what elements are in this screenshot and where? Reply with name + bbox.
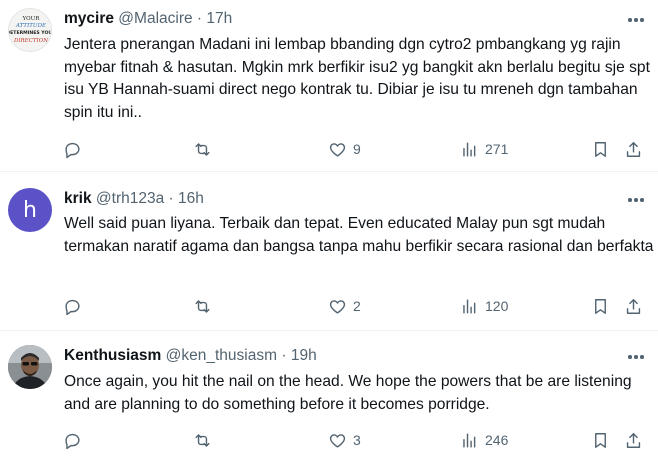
bookmark-icon [595, 298, 606, 314]
display-name[interactable]: krik [64, 190, 92, 207]
reply-icon [65, 433, 80, 449]
svg-text:DIRECTION: DIRECTION [13, 38, 48, 44]
like-button[interactable]: 3 [328, 429, 361, 451]
tweet-1[interactable]: YOUR ATTITUDE DETERMINES YOUR DIRECTION … [0, 0, 658, 171]
like-button[interactable]: 9 [328, 138, 361, 160]
separator-dot: · [168, 190, 174, 207]
reply-button[interactable] [63, 138, 82, 160]
bookmark-button[interactable] [591, 138, 610, 160]
reply-button[interactable] [63, 295, 82, 317]
like-button[interactable]: 2 [328, 295, 361, 317]
bookmark-icon [595, 141, 606, 157]
views-button[interactable]: 120 [460, 295, 508, 317]
timestamp[interactable]: 17h [206, 10, 232, 27]
attitude-logo: YOUR ATTITUDE DETERMINES YOUR DIRECTION [9, 16, 52, 44]
like-count: 9 [353, 141, 361, 157]
like-icon [329, 142, 346, 157]
tweet-header: krik @trh123a · 16h [64, 189, 204, 209]
action-bar: 3 246 [0, 429, 658, 451]
bookmark-button[interactable] [591, 429, 610, 451]
separator-dot: · [281, 347, 287, 364]
timestamp[interactable]: 16h [178, 190, 204, 207]
share-button[interactable] [624, 429, 643, 451]
share-button[interactable] [624, 295, 643, 317]
reply-button[interactable] [63, 429, 82, 451]
share-button[interactable] [624, 138, 643, 160]
profile-photo [8, 345, 52, 389]
like-icon [329, 299, 346, 314]
reply-icon [65, 299, 80, 315]
views-button[interactable]: 271 [460, 138, 508, 160]
action-bar: 9 271 [0, 138, 658, 160]
retweet-button[interactable] [193, 295, 212, 317]
tweet-3[interactable]: Kenthusiasm @ken_thusiasm · 19h Once aga… [0, 331, 658, 465]
retweet-icon [195, 142, 210, 156]
reply-icon [65, 142, 80, 158]
views-icon [463, 298, 476, 314]
svg-text:ATTITUDE: ATTITUDE [15, 23, 46, 29]
like-count: 3 [353, 432, 361, 448]
tweet-text: Well said puan liyana. Terbaik dan tepat… [64, 215, 654, 255]
views-icon [463, 141, 476, 157]
tweet-header: mycire @Malacire · 17h [64, 9, 232, 29]
svg-text:YOUR: YOUR [22, 16, 41, 22]
avatar-letter: h [23, 197, 37, 223]
tweet-header: Kenthusiasm @ken_thusiasm · 19h [64, 346, 317, 366]
user-handle[interactable]: @ken_thusiasm [166, 347, 277, 364]
view-count: 120 [485, 298, 509, 314]
view-count: 246 [485, 432, 509, 448]
view-count: 271 [485, 141, 509, 157]
tweet-text: Once again, you hit the nail on the head… [64, 373, 632, 413]
share-icon [626, 141, 641, 157]
bookmark-button[interactable] [591, 295, 610, 317]
separator-dot: · [196, 10, 203, 27]
share-icon [626, 432, 641, 448]
retweet-icon [195, 299, 210, 313]
retweet-button[interactable] [193, 429, 212, 451]
more-icon[interactable] [626, 190, 646, 210]
timestamp[interactable]: 19h [291, 347, 317, 364]
avatar[interactable]: h [8, 188, 52, 232]
tweet-2[interactable]: h krik @trh123a · 16h Well said puan liy… [0, 172, 658, 330]
svg-text:DETERMINES YOUR: DETERMINES YOUR [9, 30, 52, 36]
tweet-text: Jentera pnerangan Madani ini lembap bban… [64, 36, 650, 121]
bookmark-icon [595, 432, 606, 448]
views-icon [463, 432, 476, 448]
like-icon [329, 433, 346, 448]
share-icon [626, 298, 641, 314]
avatar[interactable]: YOUR ATTITUDE DETERMINES YOUR DIRECTION [8, 8, 52, 52]
like-count: 2 [353, 298, 361, 314]
avatar[interactable] [8, 345, 52, 389]
user-handle[interactable]: @trh123a [96, 190, 164, 207]
more-icon[interactable] [626, 10, 646, 30]
display-name[interactable]: Kenthusiasm [64, 347, 161, 364]
display-name[interactable]: mycire [64, 10, 114, 27]
retweet-button[interactable] [193, 138, 212, 160]
retweet-icon [195, 433, 210, 447]
action-bar: 2 120 [0, 295, 658, 317]
more-icon[interactable] [626, 347, 646, 367]
user-handle[interactable]: @Malacire [118, 10, 192, 27]
views-button[interactable]: 246 [460, 429, 508, 451]
